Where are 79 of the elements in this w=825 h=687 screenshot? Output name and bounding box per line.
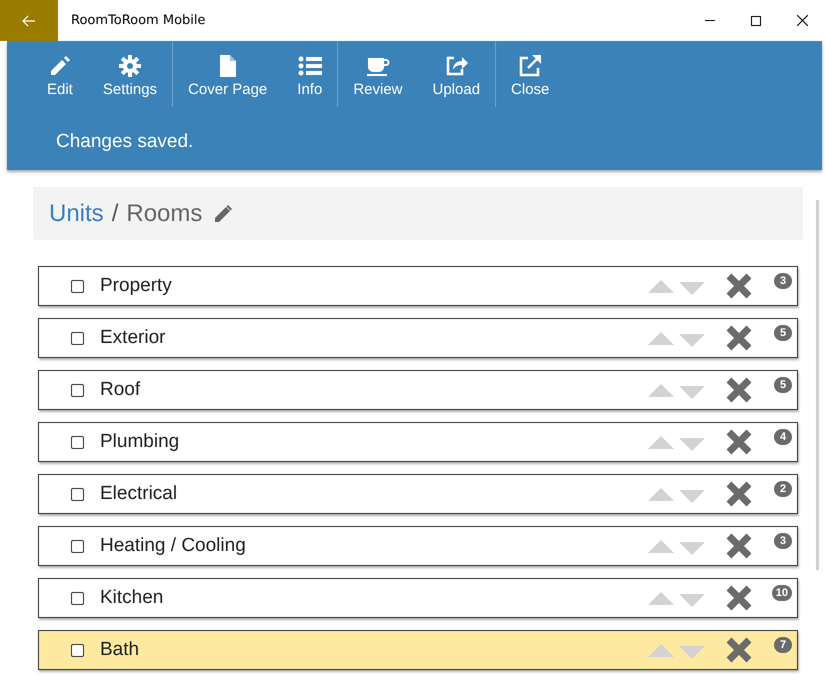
delete-icon[interactable] xyxy=(725,272,753,300)
delete-icon[interactable] xyxy=(725,636,753,664)
move-down-icon[interactable] xyxy=(679,646,705,658)
delete-icon[interactable] xyxy=(725,584,753,612)
move-down-icon[interactable] xyxy=(679,282,705,294)
checkbox[interactable] xyxy=(71,592,84,604)
delete-icon[interactable] xyxy=(725,480,753,508)
delete-icon[interactable] xyxy=(725,532,753,560)
room-row[interactable]: Electrical 2 xyxy=(38,474,798,514)
delete-icon[interactable] xyxy=(725,376,753,404)
move-down-icon[interactable] xyxy=(679,438,705,450)
delete-icon[interactable] xyxy=(725,324,753,352)
checkbox[interactable] xyxy=(71,488,84,500)
room-row[interactable]: Kitchen 10 xyxy=(38,578,798,618)
move-up-icon[interactable] xyxy=(648,384,674,396)
toolbar-button[interactable]: Close xyxy=(511,54,550,107)
move-up-icon[interactable] xyxy=(648,540,674,552)
move-up-icon[interactable] xyxy=(648,436,674,448)
close-icon xyxy=(796,15,808,26)
list-icon xyxy=(298,54,322,78)
window-title: RoomToRoom Mobile xyxy=(71,12,206,30)
minimize-icon xyxy=(705,20,715,21)
status-message: Changes saved. xyxy=(56,130,194,154)
toolbar-button[interactable]: Cover Page xyxy=(188,54,268,107)
checkbox[interactable] xyxy=(71,280,84,292)
room-row[interactable]: Heating / Cooling 3 xyxy=(38,526,798,566)
checkbox[interactable] xyxy=(71,332,84,344)
move-up-icon[interactable] xyxy=(648,280,674,292)
room-name: Electrical xyxy=(100,482,178,506)
delete-icon[interactable] xyxy=(725,428,753,456)
room-row[interactable]: Bath 7 xyxy=(38,630,798,670)
move-down-icon[interactable] xyxy=(679,386,705,398)
count-badge: 7 xyxy=(774,637,792,653)
count-badge: 10 xyxy=(772,585,792,601)
breadcrumb-current: Rooms xyxy=(126,198,202,228)
toolbar-button[interactable]: Settings xyxy=(102,54,158,107)
room-row[interactable]: Roof 5 xyxy=(38,370,798,410)
toolbar-button[interactable]: Review xyxy=(353,54,402,107)
checkbox[interactable] xyxy=(71,436,84,448)
toolbar-button[interactable]: Edit xyxy=(47,54,73,107)
pencil-icon[interactable] xyxy=(212,202,234,224)
checkbox[interactable] xyxy=(71,644,84,656)
room-name: Heating / Cooling xyxy=(100,534,246,558)
toolbar-button[interactable]: Info xyxy=(297,54,322,107)
toolbar-button[interactable]: Upload xyxy=(432,54,480,107)
share-icon xyxy=(444,54,468,78)
maximize-icon xyxy=(751,16,761,26)
room-row[interactable]: Property 3 xyxy=(38,266,798,306)
room-name: Roof xyxy=(100,378,140,402)
back-arrow-icon xyxy=(22,14,36,26)
move-down-icon[interactable] xyxy=(679,542,705,554)
room-name: Bath xyxy=(100,638,140,662)
room-name: Exterior xyxy=(100,326,166,350)
move-up-icon[interactable] xyxy=(648,592,674,604)
count-badge: 4 xyxy=(774,429,792,445)
breadcrumb-link[interactable]: Units xyxy=(49,196,104,232)
back-button[interactable] xyxy=(0,0,58,41)
move-up-icon[interactable] xyxy=(648,488,674,500)
checkbox[interactable] xyxy=(71,540,84,552)
move-up-icon[interactable] xyxy=(648,644,674,656)
move-up-icon[interactable] xyxy=(648,332,674,344)
checkbox[interactable] xyxy=(71,384,84,396)
room-row[interactable]: Exterior 5 xyxy=(38,318,798,358)
count-badge: 3 xyxy=(774,273,792,289)
count-badge: 5 xyxy=(774,377,792,393)
settings-icon xyxy=(118,54,142,78)
count-badge: 5 xyxy=(774,325,792,341)
room-name: Property xyxy=(100,274,172,298)
move-down-icon[interactable] xyxy=(679,594,705,606)
breadcrumb-separator: / xyxy=(112,198,118,228)
count-badge: 2 xyxy=(774,481,792,497)
room-name: Kitchen xyxy=(100,586,164,610)
count-badge: 3 xyxy=(774,533,792,549)
scrollbar[interactable] xyxy=(816,200,819,570)
room-name: Plumbing xyxy=(100,430,180,454)
room-row[interactable]: Plumbing 4 xyxy=(38,422,798,462)
external-link-icon xyxy=(518,54,542,78)
move-down-icon[interactable] xyxy=(679,490,705,502)
move-down-icon[interactable] xyxy=(679,334,705,346)
